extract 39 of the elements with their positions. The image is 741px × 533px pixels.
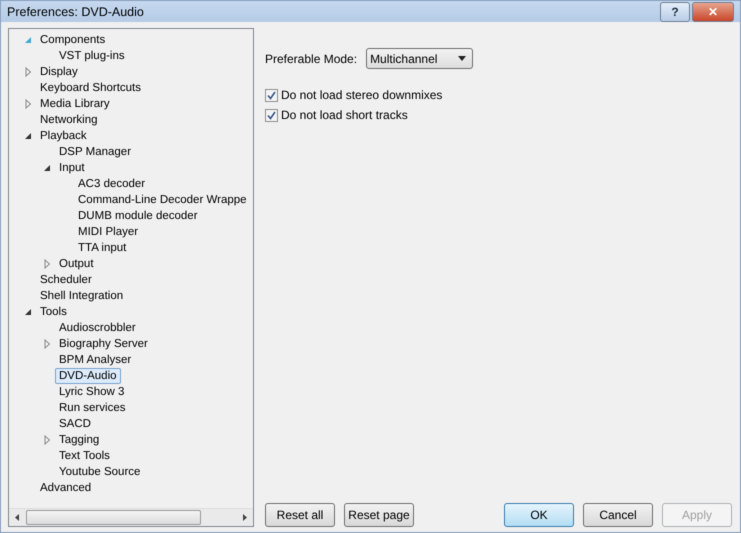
tree-item[interactable]: Run services [55,400,130,416]
tree-item[interactable]: Networking [36,112,102,128]
tree-item[interactable]: DUMB module decoder [74,208,202,224]
tree-item[interactable]: Keyboard Shortcuts [36,80,146,96]
tree-item[interactable]: SACD [55,416,95,432]
help-button[interactable]: ? [660,2,690,22]
tree-item[interactable]: TTA input [74,240,130,256]
tree-item[interactable]: Youtube Source [55,464,144,480]
tree-item[interactable]: Playback [36,128,91,144]
tree-item[interactable]: Advanced [36,480,96,496]
dialog-button[interactable]: OK [504,503,574,527]
dialog-button[interactable]: Reset page [344,503,414,527]
tree-item[interactable]: Command-Line Decoder Wrappe [74,192,251,208]
tree-item[interactable]: Lyric Show 3 [55,384,128,400]
tree-item[interactable]: Media Library [36,96,114,112]
tree-item[interactable]: Text Tools [55,448,114,464]
tree-item[interactable]: Output [55,256,98,272]
tree-item[interactable]: MIDI Player [74,224,142,240]
tree-item[interactable]: Scheduler [36,272,96,288]
tree-item[interactable]: Input [55,160,89,176]
tree-item[interactable]: BPM Analyser [55,352,136,368]
dialog-button[interactable]: Cancel [583,503,653,527]
tree-item[interactable]: DVD-Audio [55,368,121,384]
window-title: Preferences: DVD-Audio [7,4,145,18]
dialog-button[interactable]: Reset all [265,503,335,527]
tree-item[interactable]: AC3 decoder [74,176,150,192]
tree-item[interactable]: DSP Manager [55,144,136,160]
tree-item[interactable]: Tools [36,304,71,320]
mode-label: Preferable Mode: [265,52,358,66]
checkbox-label: Do not load short tracks [281,108,408,122]
tree-item[interactable]: Components [36,32,110,48]
tree-item[interactable]: Tagging [55,432,104,448]
tree-item[interactable]: Display [36,64,82,80]
tree-item[interactable]: VST plug-ins [55,48,129,64]
tree-item[interactable]: Audioscrobbler [55,320,140,336]
tree-item[interactable]: Shell Integration [36,288,128,304]
checkbox-label: Do not load stereo downmixes [281,88,442,102]
mode-dropdown[interactable]: Multichannel [366,48,474,69]
tree-item[interactable]: Biography Server [55,336,152,352]
